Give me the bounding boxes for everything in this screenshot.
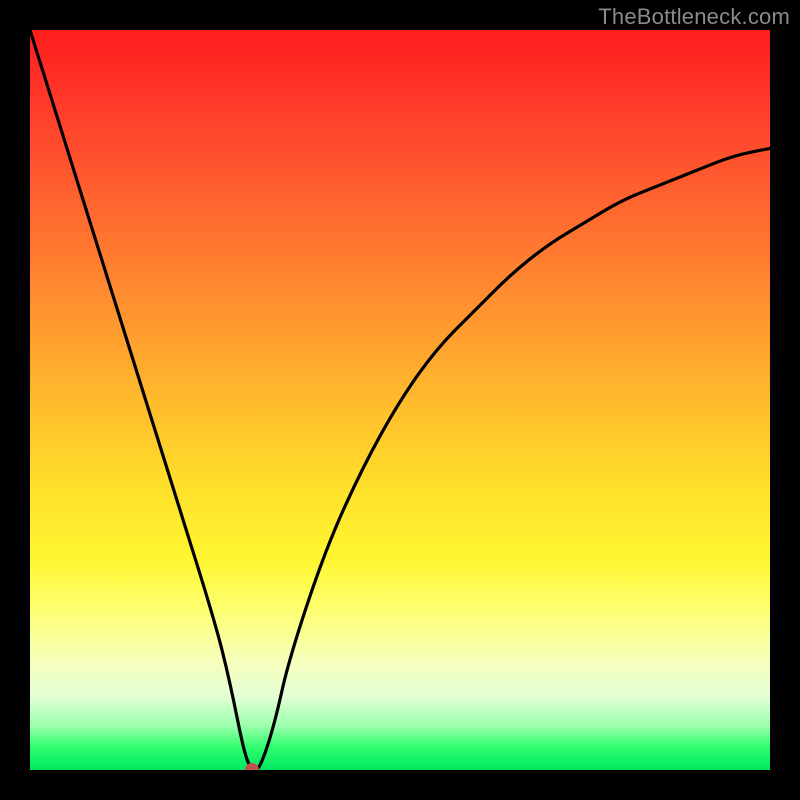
bottleneck-curve: [30, 30, 770, 770]
chart-frame: TheBottleneck.com: [0, 0, 800, 800]
plot-area: [30, 30, 770, 770]
optimum-marker: [246, 764, 259, 771]
attribution-text: TheBottleneck.com: [598, 4, 790, 30]
chart-svg: [30, 30, 770, 770]
